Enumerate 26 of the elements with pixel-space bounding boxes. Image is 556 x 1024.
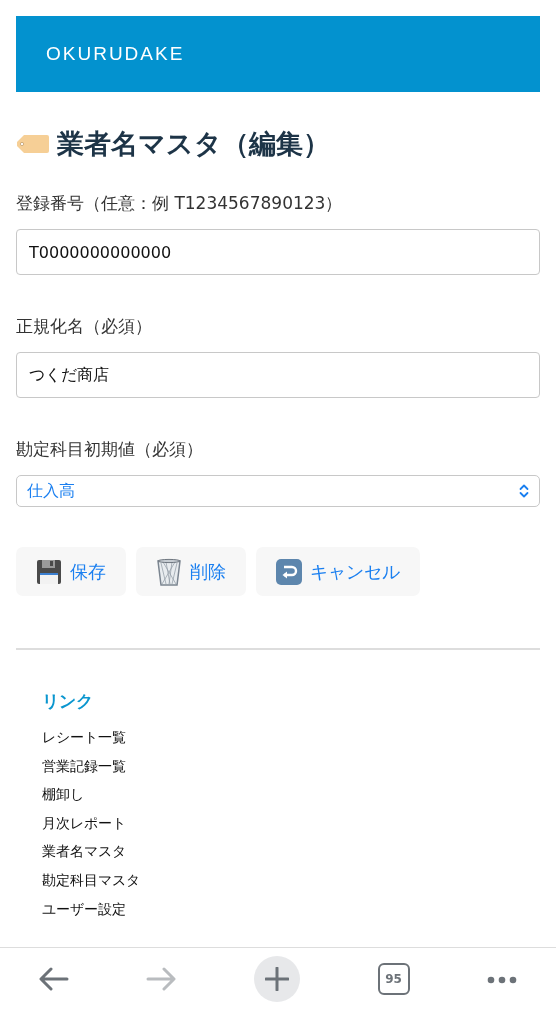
back-arrow-icon[interactable] [38,967,69,991]
tag-icon [16,134,49,154]
nav-link[interactable]: レシート一覧 [42,727,514,756]
nav-link[interactable]: 業者名マスタ [42,841,514,870]
select-field[interactable]: 仕入高 [16,475,540,507]
chevron-updown-icon [519,484,529,498]
links-heading: リンク [42,690,94,713]
delete-button[interactable]: 削除 [136,547,246,596]
page-title: 業者名マスタ（編集） [57,127,330,161]
save-button[interactable]: 保存 [16,547,126,596]
nav-link[interactable]: 勘定科目マスタ [42,869,514,899]
field-label: 登録番号（任意：例 T1234567890123） [16,192,344,215]
text-field[interactable]: T0000000000000 [16,229,540,275]
field-label: 勘定科目初期値（必須） [16,438,204,461]
new-tab-button[interactable] [254,956,300,1002]
nav-link[interactable]: ユーザー設定 [42,898,514,928]
nav-link[interactable]: 棚卸し [42,784,514,813]
tab-count-button[interactable]: 95 [377,963,410,995]
text-field[interactable]: つくだ商店 [16,352,540,398]
nav-link[interactable]: 営業記録一覧 [42,755,514,785]
more-icon[interactable] [487,976,518,984]
trash-can-icon [156,557,182,586]
plus-icon [265,967,289,991]
field-label: 正規化名（必須） [16,315,153,338]
nav-link[interactable]: 月次レポート [42,812,514,842]
cancel-button[interactable]: キャンセル [256,547,420,596]
